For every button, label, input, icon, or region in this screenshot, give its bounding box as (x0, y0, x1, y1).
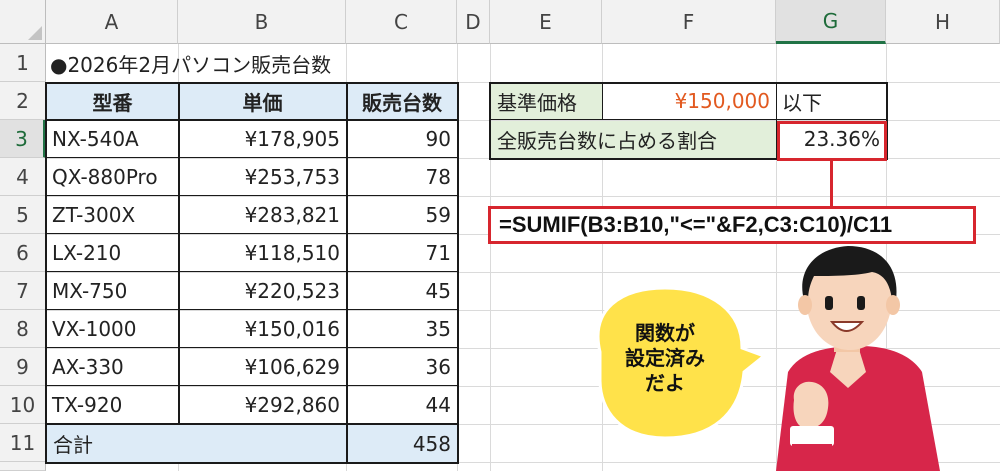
table-line (346, 82, 348, 464)
table-line (45, 309, 459, 310)
row-header-7[interactable]: 7 (0, 272, 46, 310)
spreadsheet: A B C D E F G H 1 2 3 4 5 6 7 8 9 10 11 … (0, 0, 1000, 471)
column-header-g[interactable]: G (776, 0, 886, 44)
criteria-line (602, 82, 603, 120)
bubble-line-3: だよ (645, 373, 685, 395)
row-header-10[interactable]: 10 (0, 386, 46, 424)
row-header-2[interactable]: 2 (0, 82, 46, 120)
column-header-b[interactable]: B (178, 0, 346, 44)
row-header-1[interactable]: 1 (0, 44, 46, 82)
column-header-f[interactable]: F (602, 0, 776, 44)
row-header-3[interactable]: 3 (0, 120, 46, 158)
column-header-d[interactable]: D (457, 0, 490, 44)
table-line (45, 423, 459, 425)
selected-cell-highlight (777, 121, 887, 161)
column-header-c[interactable]: C (346, 0, 457, 44)
row-header-8[interactable]: 8 (0, 310, 46, 348)
table-line (45, 157, 459, 158)
table-line (45, 195, 459, 196)
table-border (45, 82, 459, 464)
table-line (45, 233, 459, 234)
row-header-5[interactable]: 5 (0, 196, 46, 234)
row-header-12[interactable] (0, 462, 46, 471)
formula-callout: =SUMIF(B3:B10,"<="&F2,C3:C10)/C11 (488, 206, 976, 244)
table-line (45, 347, 459, 348)
column-header-h[interactable]: H (886, 0, 1000, 44)
row-header-9[interactable]: 9 (0, 348, 46, 386)
row-header-11[interactable]: 11 (0, 424, 46, 462)
table-line (45, 271, 459, 272)
select-all-button[interactable] (0, 0, 46, 44)
table-line (45, 119, 459, 121)
column-header-a[interactable]: A (46, 0, 178, 44)
table-line (45, 385, 459, 386)
row-header-4[interactable]: 4 (0, 158, 46, 196)
sheet-title[interactable]: ●2026年2月パソコン販売台数 (46, 44, 446, 82)
callout-connector (830, 161, 833, 206)
bubble-text: 関数が 設定済み だよ (598, 322, 732, 397)
row-header-6[interactable]: 6 (0, 234, 46, 272)
bubble-line-2: 設定済み (625, 348, 705, 370)
column-header-e[interactable]: E (490, 0, 602, 44)
criteria-line (489, 119, 888, 120)
table-line (178, 82, 180, 424)
bubble-line-1: 関数が (635, 323, 695, 345)
